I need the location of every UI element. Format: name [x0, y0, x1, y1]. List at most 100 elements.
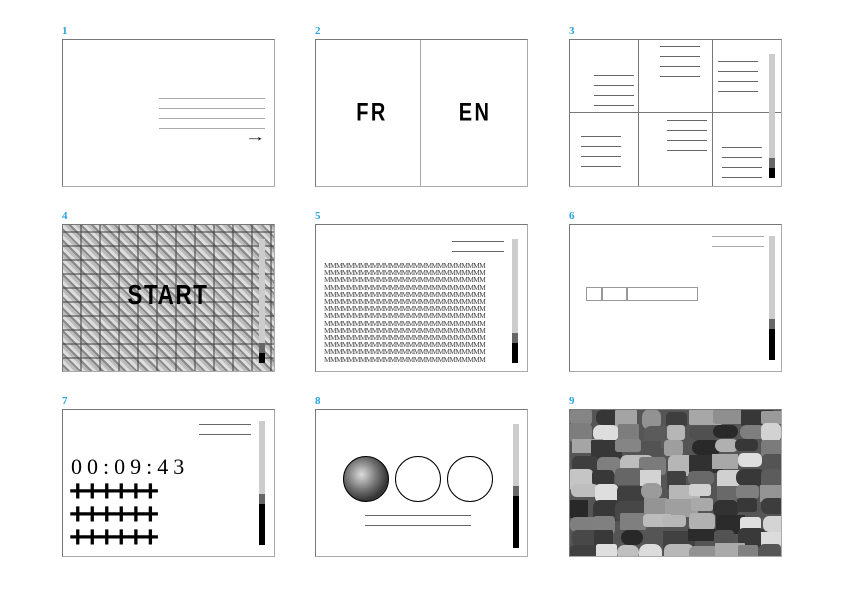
input-box[interactable]	[586, 287, 602, 301]
line-placeholder	[594, 75, 634, 76]
language-en[interactable]: EN	[459, 99, 492, 128]
collage-photo	[615, 439, 642, 452]
panel-number: 5	[315, 210, 321, 222]
panel-number: 4	[62, 210, 68, 222]
grid-divider	[638, 40, 639, 186]
line-placeholder	[667, 150, 707, 151]
scrollbar-thumb	[259, 494, 265, 505]
collage-photo	[617, 544, 640, 556]
collage-photo	[691, 498, 714, 512]
scrollbar[interactable]	[512, 239, 518, 363]
line-placeholder	[594, 85, 634, 86]
line-placeholder	[660, 66, 700, 67]
panel-number: 8	[315, 395, 321, 407]
scrollbar[interactable]	[769, 236, 775, 360]
line-placeholder	[159, 108, 265, 109]
line-placeholder	[159, 98, 265, 99]
storyboard-panel-8	[315, 409, 528, 557]
scrollbar-thumb	[512, 333, 518, 344]
collage-photo	[689, 483, 711, 497]
line-placeholder	[594, 95, 634, 96]
line-placeholder	[718, 81, 758, 82]
storyboard-panel-6	[569, 224, 782, 372]
collage-photo	[641, 483, 662, 500]
panel-number: 3	[569, 25, 575, 37]
collage-photo	[712, 453, 739, 469]
line-placeholder	[722, 147, 762, 148]
panel-number: 9	[569, 395, 575, 407]
collage-photo	[596, 543, 618, 556]
scrollbar-fill	[259, 353, 265, 363]
empty-circle	[395, 456, 441, 502]
scrollbar-thumb	[513, 485, 519, 496]
scrollbar[interactable]	[259, 421, 265, 545]
scrollbar-fill	[259, 504, 265, 545]
input-box[interactable]	[602, 287, 627, 301]
line-placeholder	[452, 241, 504, 242]
storyboard-panel-3	[569, 39, 782, 187]
collage-photo	[712, 410, 744, 425]
grid-divider	[712, 40, 713, 186]
line-placeholder	[660, 76, 700, 77]
plus-row: ++++++	[69, 521, 159, 554]
storyboard-panel-9	[569, 409, 782, 557]
storyboard-panel-7: 00:09:43 ++++++ ++++++ ++++++	[62, 409, 275, 557]
collage-photo	[737, 498, 758, 512]
collage-photo	[640, 441, 661, 455]
line-placeholder	[722, 157, 762, 158]
line-placeholder	[660, 56, 700, 57]
divider	[420, 40, 421, 186]
storyboard-panel-2: FR EN	[315, 39, 528, 187]
panel-number: 6	[569, 210, 575, 222]
collage-photo	[759, 543, 781, 556]
panel-number: 2	[315, 25, 321, 37]
scrollbar-thumb	[769, 319, 775, 329]
scrollbar-fill	[512, 343, 518, 363]
line-placeholder	[718, 61, 758, 62]
line-placeholder	[718, 71, 758, 72]
grid-divider	[570, 112, 781, 113]
line-placeholder	[365, 515, 471, 516]
collage-photo	[760, 498, 781, 514]
line-placeholder	[581, 156, 621, 157]
input-box[interactable]	[627, 287, 698, 301]
collage-photo	[738, 453, 763, 467]
collage-photo	[639, 544, 663, 556]
scrollbar-fill	[769, 168, 775, 178]
storyboard-panel-5: MMMMMMMMMMMMMMMMMMMMMMMMMMM MMMMMMMMMMMM…	[315, 224, 528, 372]
line-placeholder	[712, 246, 764, 247]
line-placeholder	[365, 525, 471, 526]
empty-circle	[447, 456, 493, 502]
line-placeholder	[660, 46, 700, 47]
line-placeholder	[199, 434, 251, 435]
collage-photo	[735, 484, 759, 500]
collage-photo	[763, 516, 781, 533]
scrollbar[interactable]	[513, 424, 519, 548]
collage-photo	[666, 425, 686, 441]
scrollbar-fill	[769, 329, 775, 360]
line-placeholder	[581, 146, 621, 147]
line-placeholder	[722, 167, 762, 168]
collage-photo	[570, 499, 588, 519]
scrollbar-thumb	[769, 158, 775, 169]
arrow-icon: →	[245, 129, 266, 144]
language-fr[interactable]: FR	[356, 99, 387, 128]
collage-photo	[735, 438, 759, 452]
line-placeholder	[667, 130, 707, 131]
scrollbar-thumb	[259, 343, 265, 354]
panel-number: 7	[62, 395, 68, 407]
collage-photo	[663, 439, 684, 457]
line-placeholder	[667, 140, 707, 141]
collage-photo	[688, 513, 715, 530]
scrollbar[interactable]	[259, 239, 265, 363]
collage-photo	[570, 545, 600, 556]
line-placeholder	[667, 120, 707, 121]
collage-photo	[713, 425, 739, 439]
collage-photo	[663, 514, 686, 527]
line-placeholder	[199, 424, 251, 425]
line-placeholder	[712, 236, 764, 237]
line-placeholder	[452, 251, 504, 252]
scrollbar[interactable]	[769, 54, 775, 178]
plus-grid: ++++++ ++++++ ++++++	[69, 477, 159, 554]
line-placeholder	[594, 105, 634, 106]
